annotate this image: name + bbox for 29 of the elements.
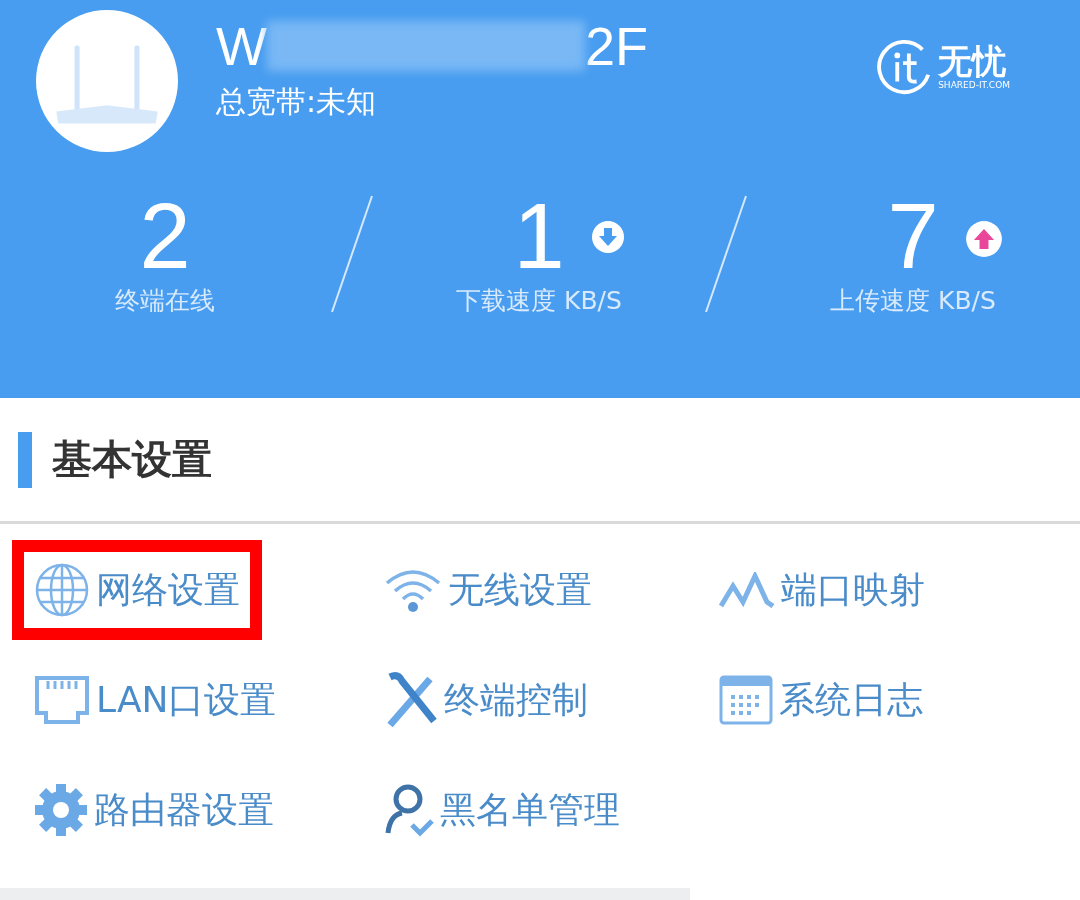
- stat-value: 1: [513, 190, 565, 282]
- menu-item[interactable]: 路由器设置: [12, 760, 296, 860]
- menu-item[interactable]: 无线设置: [362, 540, 614, 640]
- gear-icon: [34, 783, 88, 837]
- mountain-line-icon: [719, 572, 775, 608]
- ethernet-port-icon: [34, 675, 90, 725]
- menu-item[interactable]: 黑名单管理: [362, 760, 642, 860]
- wifi-icon: [384, 567, 442, 613]
- calendar-icon: [719, 675, 773, 725]
- router-avatar-icon: [36, 10, 178, 152]
- menu-item[interactable]: 终端控制: [362, 650, 610, 750]
- section-marker: [18, 431, 32, 488]
- stat-label: 上传速度 KB/S: [830, 285, 996, 317]
- stat-value: 7: [887, 190, 939, 282]
- logo-subtext: SHARED-IT.COM: [938, 80, 1010, 90]
- globe-icon: [34, 562, 90, 618]
- menu-item[interactable]: 系统日志: [697, 650, 945, 750]
- menu-item[interactable]: LAN口设置: [12, 650, 299, 750]
- stat-label: 下载速度 KB/S: [456, 285, 622, 317]
- section-title: 基本设置: [52, 435, 212, 484]
- menu-item[interactable]: 端口映射: [697, 540, 947, 640]
- device-name: W: [216, 19, 267, 73]
- stat-value: 2: [139, 190, 191, 282]
- bandwidth-text: 总宽带:未知: [216, 83, 378, 121]
- logo-text: 无忧: [938, 44, 1008, 78]
- device-name-end: 2F: [584, 19, 648, 73]
- menu-item[interactable]: 网络设置: [12, 540, 262, 640]
- stat-label: 终端在线: [115, 285, 215, 317]
- user-check-icon: [384, 783, 434, 837]
